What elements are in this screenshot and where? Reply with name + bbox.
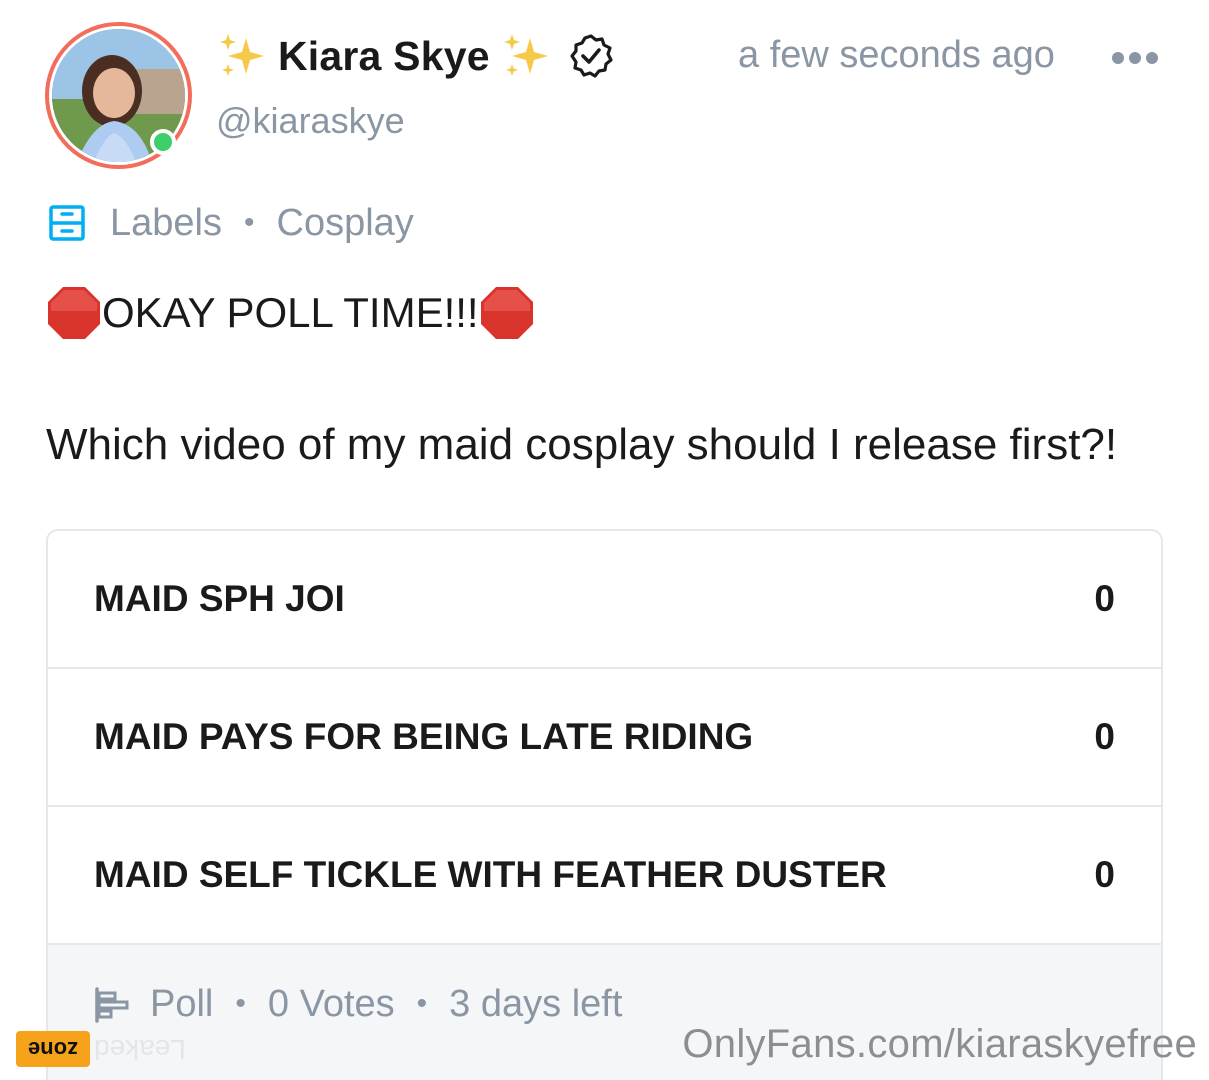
sparkles-icon (220, 34, 264, 76)
post-question: Which video of my maid cosplay should I … (46, 420, 1118, 469)
post-headline: OKAY POLL TIME!!! (46, 284, 535, 342)
stop-sign-icon (480, 287, 533, 339)
post-timestamp[interactable]: a few seconds ago (738, 34, 1055, 77)
verified-badge-icon (570, 34, 613, 78)
author-username[interactable]: @kiaraskye (216, 100, 405, 142)
watermark-url: OnlyFans.com/kiaraskyefree (682, 1022, 1197, 1066)
poll-votes: 0 Votes (267, 983, 395, 1025)
poll-option-count: 0 (1094, 716, 1115, 757)
poll-option[interactable]: MAID PAYS FOR BEING LATE RIDING 0 (48, 669, 1161, 807)
headline-text: OKAY POLL TIME!!! (102, 289, 479, 336)
labels-row: Labels • Cosplay (48, 198, 414, 248)
poll-option[interactable]: MAID SPH JOI 0 (48, 531, 1161, 669)
poll-type-label: Poll (150, 983, 214, 1025)
separator-dot: • (235, 987, 246, 1020)
author-name[interactable]: Kiara Skye (278, 33, 490, 80)
watermark-ghost: Leaked (94, 1031, 186, 1067)
online-status-dot (150, 129, 176, 155)
poll-time-left: 3 days left (449, 983, 623, 1025)
separator-dot: • (243, 206, 255, 239)
poll-card: MAID SPH JOI 0 MAID PAYS FOR BEING LATE … (46, 529, 1163, 1080)
watermark-badge-text: zone (27, 1037, 79, 1062)
watermark-ghost-text: Leaked (94, 1034, 186, 1065)
label-tag[interactable]: Cosplay (277, 202, 414, 245)
sparkles-icon (503, 34, 548, 76)
stop-sign-icon (48, 287, 100, 339)
labels-title[interactable]: Labels (110, 202, 222, 245)
poll-option-count: 0 (1094, 578, 1115, 619)
poll-option-label: MAID PAYS FOR BEING LATE RIDING (94, 716, 754, 757)
labels-icon (49, 205, 85, 241)
poll-option[interactable]: MAID SELF TICKLE WITH FEATHER DUSTER 0 (48, 807, 1161, 945)
watermark-badge: zone (16, 1031, 90, 1067)
author-name-row[interactable]: Kiara Skye (216, 28, 614, 84)
poll-icon (95, 987, 129, 1023)
poll-option-label: MAID SPH JOI (94, 578, 345, 619)
more-dots-icon[interactable] (1110, 50, 1160, 66)
separator-dot: • (416, 987, 428, 1020)
poll-option-label: MAID SELF TICKLE WITH FEATHER DUSTER (94, 854, 887, 895)
poll-option-count: 0 (1094, 854, 1115, 895)
